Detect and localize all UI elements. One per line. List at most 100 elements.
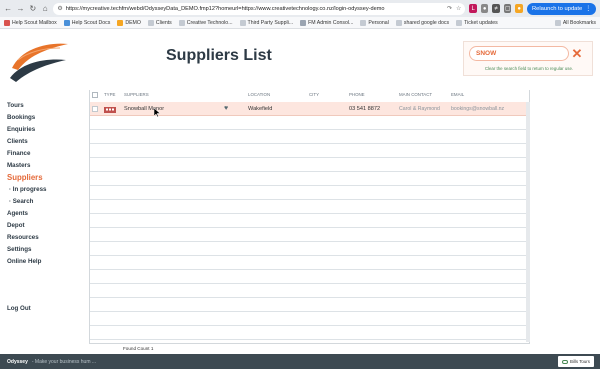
bookmark-folder[interactable]: shared google docs xyxy=(395,19,449,26)
favorite-heart-icon[interactable]: ♥ xyxy=(224,102,228,116)
folder-icon xyxy=(554,19,561,26)
bookmark-icon xyxy=(117,19,124,26)
supplier-contact: Carol & Raymond xyxy=(399,106,440,112)
address-bar[interactable]: ⚙ https://mycreative.techfm/webd/Odyssey… xyxy=(53,2,466,15)
folder-icon xyxy=(147,19,154,26)
star-icon[interactable]: ☆ xyxy=(456,5,461,12)
puzzle-icon[interactable]: ▢ xyxy=(503,4,512,13)
extension-icon[interactable]: ● xyxy=(480,4,489,13)
all-bookmarks[interactable]: All Bookmarks xyxy=(554,19,596,26)
mouse-cursor-icon xyxy=(154,108,160,117)
sidebar-item-search[interactable]: · Search xyxy=(7,196,46,208)
column-header-main-contact[interactable]: MAIN CONTACT xyxy=(399,92,432,97)
supplier-email[interactable]: bookings@snowball.nz xyxy=(451,102,504,116)
client-badge-label: Bills Tours xyxy=(570,359,590,364)
sidebar-item-depot[interactable]: Depot xyxy=(7,220,46,232)
found-count: Found Count 1 xyxy=(123,346,154,351)
table-row xyxy=(90,214,529,228)
bookmark-folder[interactable]: Ticket updates xyxy=(456,19,498,26)
odyssey-logo xyxy=(10,43,68,82)
helpscout-icon xyxy=(63,19,70,26)
table-row xyxy=(90,284,529,298)
table-row xyxy=(90,242,529,256)
folder-icon xyxy=(239,19,246,26)
bookmark-item[interactable]: Help Scout Docs xyxy=(63,19,110,26)
bookmark-icon xyxy=(300,19,307,26)
share-icon[interactable]: ↷ xyxy=(447,5,452,12)
footer-brand: Odyssey xyxy=(7,358,28,365)
table-row xyxy=(90,130,529,144)
bookmark-folder[interactable]: Personal xyxy=(360,19,389,26)
helpscout-icon xyxy=(4,19,10,26)
column-header-type[interactable]: TYPE xyxy=(104,92,115,97)
sidebar-item-agents[interactable]: Agents xyxy=(7,208,46,220)
forward-icon[interactable]: → xyxy=(16,4,25,14)
folder-icon xyxy=(360,19,367,26)
sidebar-item-tours[interactable]: Tours xyxy=(7,100,46,112)
sidebar-item-masters[interactable]: Masters xyxy=(7,160,46,172)
sidebar-item-settings[interactable]: Settings xyxy=(7,244,46,256)
folder-icon xyxy=(178,19,185,26)
column-header-city[interactable]: CITY xyxy=(309,92,319,97)
table-row xyxy=(90,228,529,242)
sidebar-item-in-progress[interactable]: · In progress xyxy=(7,184,46,196)
column-header-phone[interactable]: PHONE xyxy=(349,92,365,97)
table-row xyxy=(90,144,529,158)
select-all-checkbox[interactable] xyxy=(92,92,98,98)
sidebar-item-suppliers[interactable]: Suppliers xyxy=(7,172,46,184)
client-badge: Bills Tours xyxy=(558,356,594,367)
logout-button[interactable]: Log Out xyxy=(7,305,31,312)
clear-search-icon[interactable]: ✕ xyxy=(570,46,584,61)
page-title: Suppliers List xyxy=(166,47,272,64)
sidebar-item-enquiries[interactable]: Enquiries xyxy=(7,124,46,136)
bookmark-item[interactable]: Help Scout Mailbox xyxy=(4,19,57,26)
folder-icon xyxy=(456,19,463,26)
search-hint: Clear the search field to return to regu… xyxy=(484,66,574,71)
extension-icon[interactable]: ≠ xyxy=(492,4,500,13)
relaunch-button[interactable]: Relaunch to update ⋮ xyxy=(526,2,597,15)
sidebar-item-bookings[interactable]: Bookings xyxy=(7,112,46,124)
row-checkbox[interactable] xyxy=(92,106,98,112)
relaunch-label: Relaunch to update xyxy=(531,5,583,12)
supplier-location: Wakefield xyxy=(248,106,273,112)
bookmark-item[interactable]: DEMO xyxy=(117,19,141,26)
back-icon[interactable]: ← xyxy=(4,4,12,14)
column-header-email[interactable]: EMAIL xyxy=(451,92,464,97)
search-input[interactable]: SNOW xyxy=(469,46,569,61)
table-row xyxy=(90,158,529,172)
accommodation-icon xyxy=(104,107,116,113)
table-row xyxy=(90,256,529,270)
supplier-phone: 03 541 8872 xyxy=(349,106,381,112)
table-row xyxy=(90,186,529,200)
sidebar-item-resources[interactable]: Resources xyxy=(7,232,46,244)
footer-tagline: - Make your business hum ... xyxy=(31,358,97,365)
table-row xyxy=(90,172,529,186)
sidebar-item-finance[interactable]: Finance xyxy=(7,148,46,160)
table-row xyxy=(90,270,529,284)
home-icon[interactable]: ⌂ xyxy=(41,4,49,14)
extension-icon[interactable]: L xyxy=(469,4,477,13)
table-row xyxy=(90,298,529,312)
bookmark-folder[interactable]: Clients xyxy=(147,19,172,26)
footer-bar: Odyssey - Make your business hum ... xyxy=(0,354,600,369)
table-scrollbar[interactable] xyxy=(526,102,530,342)
suppliers-table: TYPE SUPPLIERS LOCATION CITY PHONE MAIN … xyxy=(89,90,530,344)
bookmark-folder[interactable]: Creative Technolo... xyxy=(178,19,233,26)
bookmark-folder[interactable]: Third Party Suppli... xyxy=(239,19,293,26)
site-info-icon[interactable]: ⚙ xyxy=(57,5,62,12)
bookmark-item[interactable]: FM Admin Consol... xyxy=(300,19,353,26)
table-row xyxy=(90,116,529,130)
sidebar-item-online-help[interactable]: Online Help xyxy=(7,256,46,268)
browser-toolbar: ← → ↻ ⌂ ⚙ https://mycreative.techfm/webd… xyxy=(0,0,600,17)
table-header: TYPE SUPPLIERS LOCATION CITY PHONE MAIN … xyxy=(90,90,531,100)
more-menu-icon: ⋮ xyxy=(585,5,592,12)
reload-icon[interactable]: ↻ xyxy=(29,4,37,14)
folder-icon xyxy=(395,19,402,26)
profile-avatar[interactable]: ● xyxy=(515,4,523,13)
bike-icon xyxy=(562,359,569,364)
address-bar-url: https://mycreative.techfm/webd/OdysseyDa… xyxy=(65,5,385,12)
sidebar-item-clients[interactable]: Clients xyxy=(7,136,46,148)
column-header-suppliers[interactable]: SUPPLIERS xyxy=(124,92,149,97)
column-header-location[interactable]: LOCATION xyxy=(248,92,270,97)
table-row xyxy=(90,200,529,214)
